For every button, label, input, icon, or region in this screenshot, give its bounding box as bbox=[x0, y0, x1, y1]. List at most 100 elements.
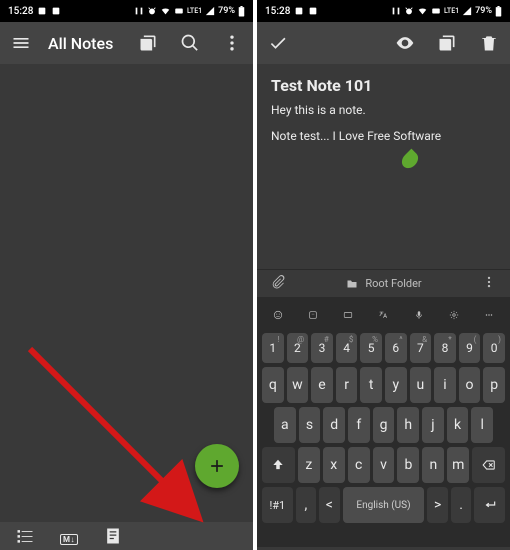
enter-key[interactable] bbox=[474, 487, 505, 523]
key-x[interactable]: x bbox=[323, 447, 345, 483]
key-a[interactable]: a bbox=[274, 407, 296, 443]
key-9[interactable]: 9( bbox=[459, 333, 481, 363]
backspace-icon bbox=[481, 458, 497, 472]
phone-left-all-notes: 15:28 LTE1 79% All Notes bbox=[0, 0, 253, 550]
note-editor[interactable]: Test Note 101 Hey this is a note. Note t… bbox=[257, 64, 510, 269]
mic-icon[interactable] bbox=[410, 306, 428, 324]
key-q[interactable]: q bbox=[262, 367, 284, 403]
key-c[interactable]: c bbox=[348, 447, 370, 483]
key-w[interactable]: w bbox=[287, 367, 309, 403]
key-8[interactable]: 8* bbox=[434, 333, 456, 363]
status-app-icon bbox=[51, 6, 61, 16]
notebook-button[interactable] bbox=[133, 28, 163, 58]
nfc-icon bbox=[391, 6, 401, 16]
period-key[interactable]: . bbox=[451, 487, 471, 523]
shift-key[interactable] bbox=[262, 447, 295, 483]
backspace-key[interactable] bbox=[472, 447, 505, 483]
key-n[interactable]: n bbox=[422, 447, 444, 483]
key-r[interactable]: r bbox=[336, 367, 358, 403]
keyboard-toolbar bbox=[260, 301, 507, 329]
trash-icon bbox=[478, 32, 500, 54]
note-button[interactable] bbox=[98, 521, 128, 550]
preview-button[interactable] bbox=[390, 28, 420, 58]
folder-select[interactable]: Root Folder bbox=[341, 273, 425, 294]
markdown-icon: M↓ bbox=[60, 534, 78, 545]
markdown-button[interactable]: M↓ bbox=[56, 523, 82, 550]
key-g[interactable]: g bbox=[373, 407, 395, 443]
note-body-line[interactable]: Note test... I Love Free Software bbox=[271, 129, 496, 143]
attach-button[interactable] bbox=[267, 271, 289, 296]
comma-key[interactable]: , bbox=[296, 487, 316, 523]
notebook-button[interactable] bbox=[432, 28, 462, 58]
text-cursor-handle[interactable] bbox=[399, 149, 422, 172]
gif-icon[interactable] bbox=[339, 306, 357, 324]
key-y[interactable]: y bbox=[385, 367, 407, 403]
overflow-button[interactable] bbox=[217, 28, 247, 58]
key-l[interactable]: l bbox=[471, 407, 493, 443]
key-u[interactable]: u bbox=[410, 367, 432, 403]
key-7[interactable]: 7& bbox=[410, 333, 432, 363]
folder-bar: Root Folder bbox=[257, 269, 510, 297]
key-m[interactable]: m bbox=[447, 447, 469, 483]
battery-icon bbox=[238, 6, 245, 17]
key-d[interactable]: d bbox=[323, 407, 345, 443]
key-k[interactable]: k bbox=[447, 407, 469, 443]
key-f[interactable]: f bbox=[348, 407, 370, 443]
status-app-icon bbox=[37, 6, 47, 16]
prev-lang-key[interactable]: < bbox=[319, 487, 339, 523]
status-time: 15:28 bbox=[8, 6, 33, 17]
sticker-icon[interactable] bbox=[304, 306, 322, 324]
key-v[interactable]: v bbox=[373, 447, 395, 483]
key-1[interactable]: 1! bbox=[262, 333, 284, 363]
wifi-icon bbox=[160, 6, 171, 16]
folder-overflow[interactable] bbox=[478, 271, 500, 296]
search-button[interactable] bbox=[175, 28, 205, 58]
key-t[interactable]: t bbox=[360, 367, 382, 403]
symbols-key[interactable]: !#1 bbox=[262, 487, 293, 523]
spacebar-key[interactable]: English (US) bbox=[343, 487, 425, 523]
delete-button[interactable] bbox=[474, 28, 504, 58]
checklist-button[interactable] bbox=[10, 521, 40, 550]
translate-icon[interactable] bbox=[374, 306, 392, 324]
done-button[interactable] bbox=[263, 28, 293, 58]
key-b[interactable]: b bbox=[397, 447, 419, 483]
folder-label: Root Folder bbox=[365, 277, 421, 290]
key-h[interactable]: h bbox=[397, 407, 419, 443]
signal-icon bbox=[462, 6, 472, 16]
key-j[interactable]: j bbox=[422, 407, 444, 443]
add-note-fab[interactable] bbox=[195, 444, 239, 488]
eye-icon bbox=[394, 32, 416, 54]
key-s[interactable]: s bbox=[299, 407, 321, 443]
more-vert-icon bbox=[482, 275, 496, 289]
key-2[interactable]: 2@ bbox=[287, 333, 309, 363]
alarm-icon bbox=[147, 6, 157, 16]
menu-button[interactable] bbox=[6, 28, 36, 58]
battery-icon bbox=[495, 6, 502, 17]
key-e[interactable]: e bbox=[311, 367, 333, 403]
key-o[interactable]: o bbox=[459, 367, 481, 403]
note-title-field[interactable]: Test Note 101 bbox=[271, 76, 496, 95]
space-label: English (US) bbox=[356, 500, 410, 511]
key-4[interactable]: 4$ bbox=[336, 333, 358, 363]
key-6[interactable]: 6^ bbox=[385, 333, 407, 363]
check-icon bbox=[267, 32, 289, 54]
keyboard-row-3: zxcvbnm bbox=[260, 447, 507, 483]
key-0[interactable]: 0) bbox=[483, 333, 505, 363]
emoji-icon[interactable] bbox=[269, 306, 287, 324]
shift-icon bbox=[271, 458, 285, 472]
key-p[interactable]: p bbox=[483, 367, 505, 403]
note-icon bbox=[102, 525, 124, 547]
key-i[interactable]: i bbox=[434, 367, 456, 403]
screen-title: All Notes bbox=[48, 34, 121, 53]
phone-right-edit-note: 15:28 LTE1 79% Test Note 101 Hey this is… bbox=[257, 0, 510, 550]
key-5[interactable]: 5% bbox=[360, 333, 382, 363]
key-z[interactable]: z bbox=[298, 447, 320, 483]
note-body-line[interactable]: Hey this is a note. bbox=[271, 103, 496, 117]
settings-icon[interactable] bbox=[445, 306, 463, 324]
enter-icon bbox=[482, 498, 498, 512]
app-bar: All Notes bbox=[0, 22, 253, 64]
next-lang-key[interactable]: > bbox=[427, 487, 447, 523]
key-3[interactable]: 3# bbox=[311, 333, 333, 363]
alarm-icon bbox=[404, 6, 414, 16]
more-horiz-icon[interactable] bbox=[480, 306, 498, 324]
